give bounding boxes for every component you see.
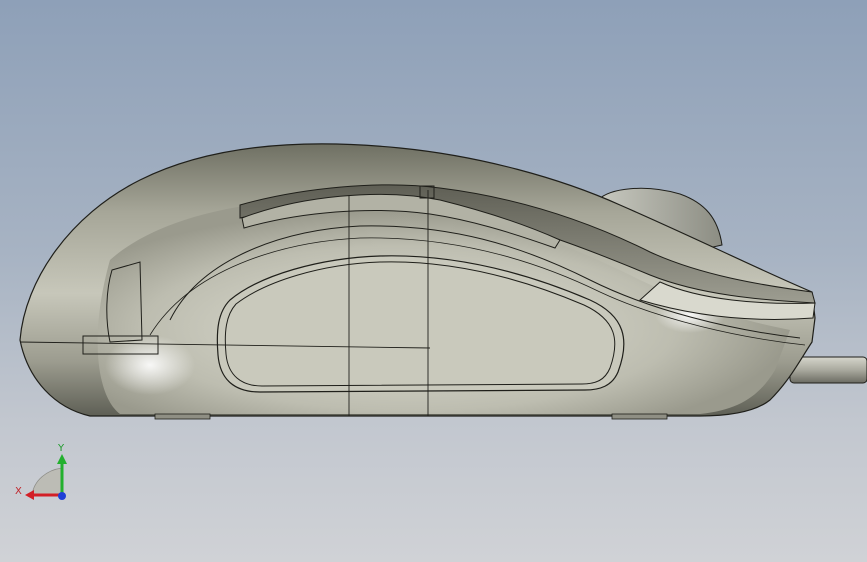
- bottom-foot: [611, 413, 668, 420]
- z-axis-dot-icon: [58, 492, 66, 500]
- y-axis-label: Y: [58, 443, 65, 454]
- bottom-foot: [154, 413, 211, 420]
- triad-plane-icon: [31, 467, 63, 496]
- y-axis-head-icon: [57, 454, 67, 464]
- cable: [789, 356, 867, 384]
- cad-viewport[interactable]: X Y: [0, 0, 867, 562]
- x-axis-head-icon: [25, 490, 34, 500]
- mouse-3d-model[interactable]: [0, 0, 867, 562]
- x-axis-label: X: [15, 486, 22, 497]
- orientation-triad[interactable]: X Y: [12, 440, 72, 504]
